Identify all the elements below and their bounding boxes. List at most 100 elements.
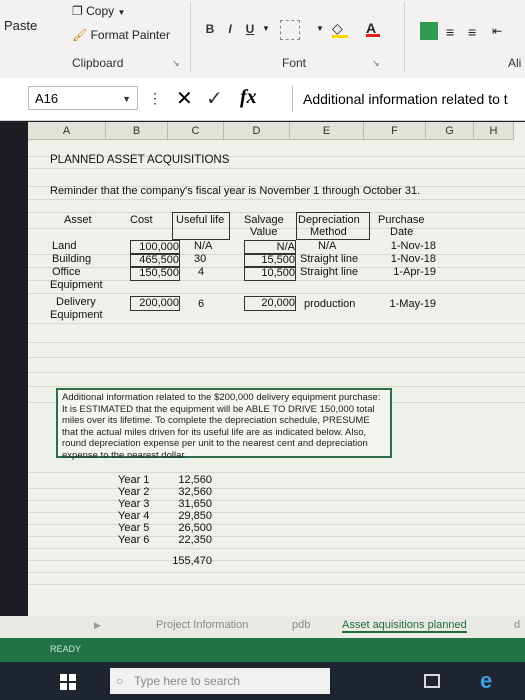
font-color-button[interactable]: A bbox=[366, 20, 380, 37]
search-placeholder: Type here to search bbox=[134, 674, 241, 688]
asset-method: Straight line bbox=[300, 253, 359, 265]
insert-function-icon[interactable]: fx bbox=[240, 86, 257, 109]
header-asset: Asset bbox=[64, 214, 92, 226]
asset-cost: 200,000 bbox=[130, 296, 180, 311]
formula-controls: ✕ ✓ fx bbox=[170, 86, 290, 112]
enter-icon[interactable]: ✓ bbox=[206, 86, 223, 111]
scroll-tabs-icon[interactable]: ▶ bbox=[94, 620, 101, 631]
asset-life: 4 bbox=[198, 266, 205, 278]
edge-icon[interactable]: e bbox=[480, 668, 492, 694]
align-center-icon[interactable]: ≡ bbox=[446, 24, 454, 40]
font-color-icon: A bbox=[366, 20, 377, 36]
column-header[interactable]: F bbox=[364, 122, 426, 140]
column-header[interactable]: B bbox=[106, 122, 168, 140]
sheet-title: PLANNED ASSET ACQUISITIONS bbox=[50, 154, 230, 166]
gridline bbox=[28, 357, 525, 358]
miles-total: 155,470 bbox=[172, 555, 212, 567]
copy-button[interactable]: ❐ Copy ▼ bbox=[72, 4, 125, 18]
borders-icon[interactable] bbox=[280, 20, 300, 40]
gridline bbox=[28, 342, 525, 343]
asset-salvage: 10,500 bbox=[244, 266, 296, 281]
taskbar-search-input[interactable]: ○ Type here to search bbox=[110, 668, 330, 694]
font-launcher-icon[interactable]: ↘ bbox=[372, 58, 382, 68]
clipboard-launcher-icon[interactable]: ↘ bbox=[172, 58, 182, 68]
gridline bbox=[28, 372, 525, 373]
header-border bbox=[172, 212, 230, 240]
chevron-down-icon: ▼ bbox=[117, 8, 126, 17]
asset-date: 1-May-19 bbox=[389, 298, 436, 310]
more-options-icon[interactable]: ⋮ bbox=[148, 90, 162, 107]
divider bbox=[404, 2, 405, 72]
format-painter-button[interactable]: 🖌 Format Painter bbox=[72, 28, 170, 42]
clipboard-group-label: Clipboard bbox=[72, 56, 124, 70]
search-icon: ○ bbox=[116, 674, 124, 688]
gridline bbox=[28, 548, 525, 549]
column-header[interactable]: H bbox=[474, 122, 514, 140]
align-right-icon[interactable]: ≡ bbox=[468, 24, 476, 40]
gridline bbox=[28, 524, 525, 525]
gridline bbox=[28, 572, 525, 573]
divider bbox=[190, 2, 191, 72]
gridline bbox=[28, 560, 525, 561]
gridline bbox=[28, 536, 525, 537]
header-border bbox=[296, 212, 370, 240]
formula-input[interactable]: Additional information related to t bbox=[292, 86, 525, 112]
gridline bbox=[28, 488, 525, 489]
format-painter-icon: 🖌 bbox=[72, 28, 88, 42]
year-label: Year 6 bbox=[118, 534, 150, 546]
asset-life: 30 bbox=[194, 253, 207, 265]
ribbon: Paste ❐ Copy ▼ 🖌 Format Painter Clipboar… bbox=[0, 0, 525, 79]
italic-button[interactable]: I bbox=[222, 22, 238, 42]
asset-name: Building bbox=[52, 253, 92, 265]
copy-icon: ❐ bbox=[72, 4, 83, 18]
gridline bbox=[28, 386, 525, 387]
task-view-icon[interactable] bbox=[424, 674, 440, 688]
column-header[interactable]: D bbox=[224, 122, 290, 140]
tab-d[interactable]: d bbox=[514, 619, 520, 631]
paste-button[interactable]: Paste bbox=[4, 18, 37, 33]
chevron-down-icon[interactable]: ▼ bbox=[262, 24, 270, 33]
chevron-down-icon[interactable]: ▼ bbox=[316, 24, 324, 33]
name-box-value: A16 bbox=[35, 91, 59, 106]
status-text: READY bbox=[50, 644, 82, 654]
gridline bbox=[28, 584, 525, 585]
chevron-down-icon[interactable]: ▼ bbox=[122, 87, 131, 111]
format-painter-label: Format Painter bbox=[90, 28, 170, 42]
align-top-icon[interactable] bbox=[420, 22, 438, 40]
gridline bbox=[28, 199, 525, 200]
gridline bbox=[28, 323, 525, 324]
column-header[interactable]: G bbox=[426, 122, 474, 140]
gridline bbox=[28, 168, 525, 169]
asset-date: 1-Apr-19 bbox=[393, 266, 436, 278]
windows-start-icon[interactable] bbox=[60, 674, 76, 690]
name-box[interactable]: A16 ▼ bbox=[28, 86, 138, 110]
gridline bbox=[28, 212, 525, 213]
asset-name-2: Equipment bbox=[50, 309, 103, 321]
header-date: Date bbox=[390, 226, 414, 238]
tab-asset-aquisitions-planned[interactable]: Asset aquisitions planned bbox=[342, 619, 467, 633]
asset-salvage: 20,000 bbox=[244, 296, 296, 311]
tab-project-information[interactable]: Project Information bbox=[156, 619, 248, 631]
gridline bbox=[28, 472, 525, 473]
column-header[interactable]: A bbox=[28, 122, 106, 140]
status-bar: READY bbox=[0, 638, 525, 662]
underline-button[interactable]: U bbox=[242, 22, 258, 42]
cancel-icon[interactable]: ✕ bbox=[176, 86, 193, 111]
bold-button[interactable]: B bbox=[202, 22, 218, 42]
asset-method: production bbox=[304, 298, 356, 310]
column-header[interactable]: C bbox=[168, 122, 224, 140]
copy-label: Copy bbox=[86, 4, 115, 18]
header-cost: Cost bbox=[130, 214, 153, 226]
formula-bar: A16 ▼ ⋮ ✕ ✓ fx Additional information re… bbox=[0, 78, 525, 121]
worksheet[interactable]: ABCDEFGH 1234567891011121314151617181920… bbox=[28, 122, 525, 616]
reminder-text: Reminder that the company's fiscal year … bbox=[50, 185, 421, 197]
asset-life: 6 bbox=[198, 298, 205, 310]
decrease-indent-icon[interactable]: ⇤ bbox=[492, 24, 502, 38]
asset-method: N/A bbox=[318, 240, 337, 252]
note-textbox[interactable]: Additional information related to the $2… bbox=[56, 388, 392, 461]
alignment-group-label: Ali bbox=[508, 56, 522, 70]
asset-method: Straight line bbox=[300, 266, 359, 278]
tab-pdb[interactable]: pdb bbox=[292, 619, 310, 631]
fill-color-icon[interactable]: ◇ bbox=[332, 20, 348, 38]
column-header[interactable]: E bbox=[290, 122, 364, 140]
